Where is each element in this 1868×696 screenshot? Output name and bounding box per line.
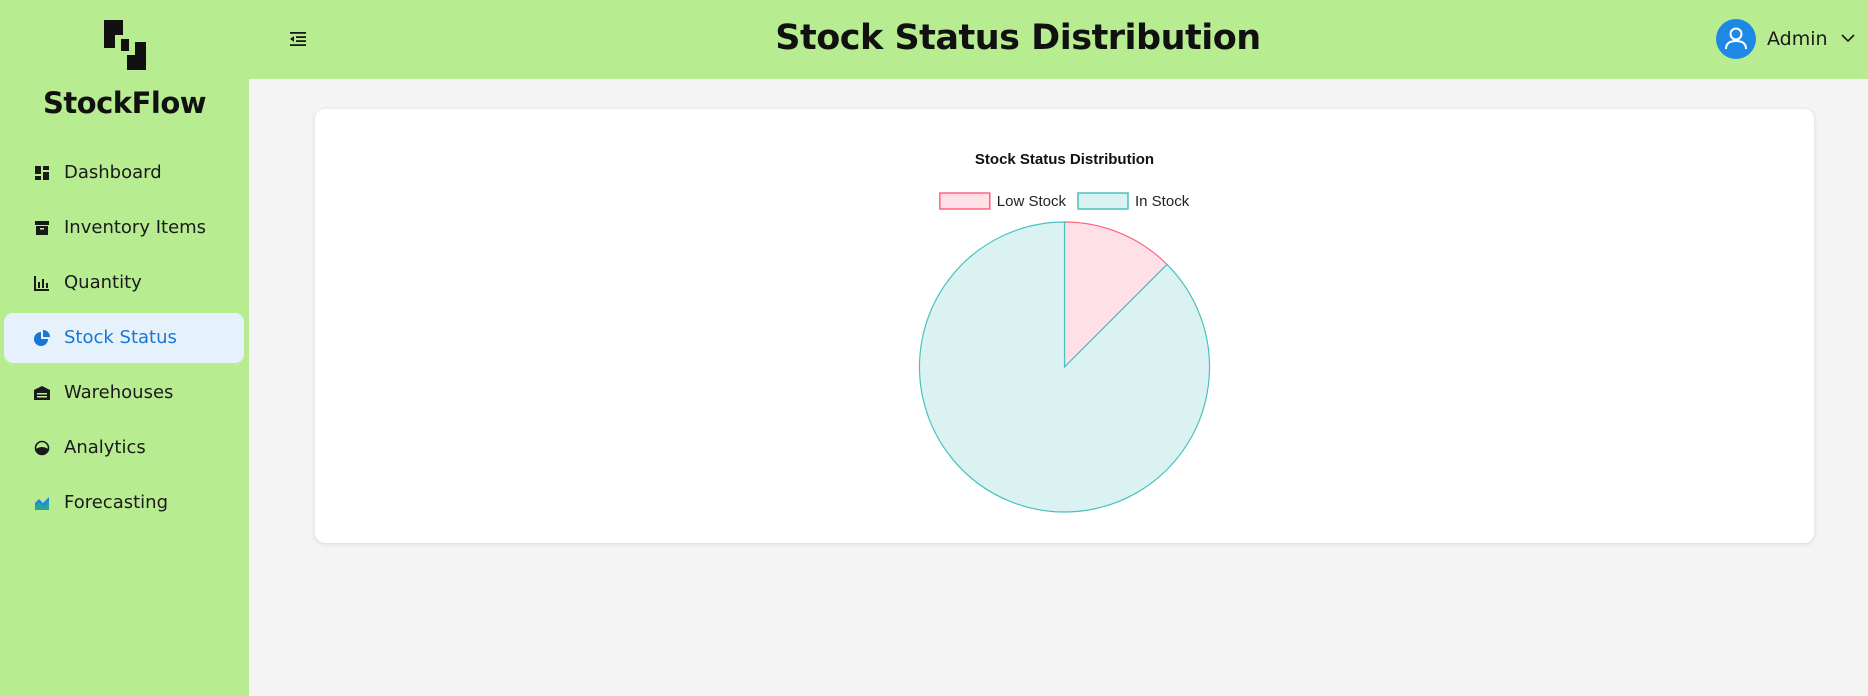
sidebar-item-analytics[interactable]: Analytics: [4, 423, 244, 473]
warehouse-icon: [34, 386, 50, 400]
pie-slices: [918, 221, 1211, 513]
bar-chart-icon: [34, 276, 49, 291]
sidebar-item-label: Inventory Items: [64, 217, 207, 238]
sidebar-item-label: Analytics: [64, 437, 146, 458]
legend-swatch: [939, 192, 991, 210]
archive-icon: [35, 221, 49, 235]
top-header: Stock Status Distribution Admin: [249, 0, 1868, 79]
pie-chart-icon: [34, 330, 50, 346]
pie-slice-in-stock[interactable]: [918, 221, 1211, 513]
sidebar-nav: Dashboard Inventory Items Quantity Stock…: [4, 148, 244, 533]
chevron-down-icon[interactable]: [1841, 33, 1855, 43]
sidebar-item-quantity[interactable]: Quantity: [4, 258, 244, 308]
legend-swatch: [1077, 192, 1129, 210]
avatar[interactable]: [1716, 19, 1756, 59]
user-menu[interactable]: Admin: [1716, 19, 1856, 59]
gauge-icon: [34, 440, 50, 456]
stockflow-logo-icon: [104, 20, 146, 70]
stock-status-pie-chart: Stock Status Distribution Low Stock In St…: [918, 151, 1211, 513]
sidebar-item-stock-status[interactable]: Stock Status: [4, 313, 244, 363]
sidebar: StockFlow Dashboard Inventory Items Quan…: [0, 0, 249, 696]
user-icon: [1725, 27, 1747, 50]
user-name: Admin: [1767, 28, 1828, 50]
chart-title: Stock Status Distribution: [975, 151, 1154, 168]
legend-label: Low Stock: [997, 193, 1067, 210]
sidebar-item-label: Warehouses: [64, 382, 174, 403]
sidebar-item-label: Dashboard: [64, 162, 162, 183]
sidebar-item-label: Forecasting: [64, 492, 169, 513]
sidebar-item-warehouses[interactable]: Warehouses: [4, 368, 244, 418]
legend-item[interactable]: Low Stock: [939, 192, 1067, 210]
brand-name: StockFlow: [42, 86, 207, 120]
chart-card: Stock Status Distribution Low Stock In St…: [315, 109, 1814, 543]
legend-label: In Stock: [1135, 193, 1190, 210]
chart-legend: Low Stock In Stock: [939, 192, 1190, 210]
sidebar-item-forecasting[interactable]: Forecasting: [4, 478, 244, 528]
legend-item[interactable]: In Stock: [1077, 192, 1190, 210]
sidebar-item-dashboard[interactable]: Dashboard: [4, 148, 244, 198]
dashboard-icon: [35, 166, 49, 180]
sidebar-item-label: Quantity: [64, 272, 142, 293]
sidebar-item-label: Stock Status: [64, 327, 177, 348]
area-chart-icon: [35, 497, 49, 510]
sidebar-item-inventory-items[interactable]: Inventory Items: [4, 203, 244, 253]
page-title: Stock Status Distribution: [775, 18, 1261, 58]
